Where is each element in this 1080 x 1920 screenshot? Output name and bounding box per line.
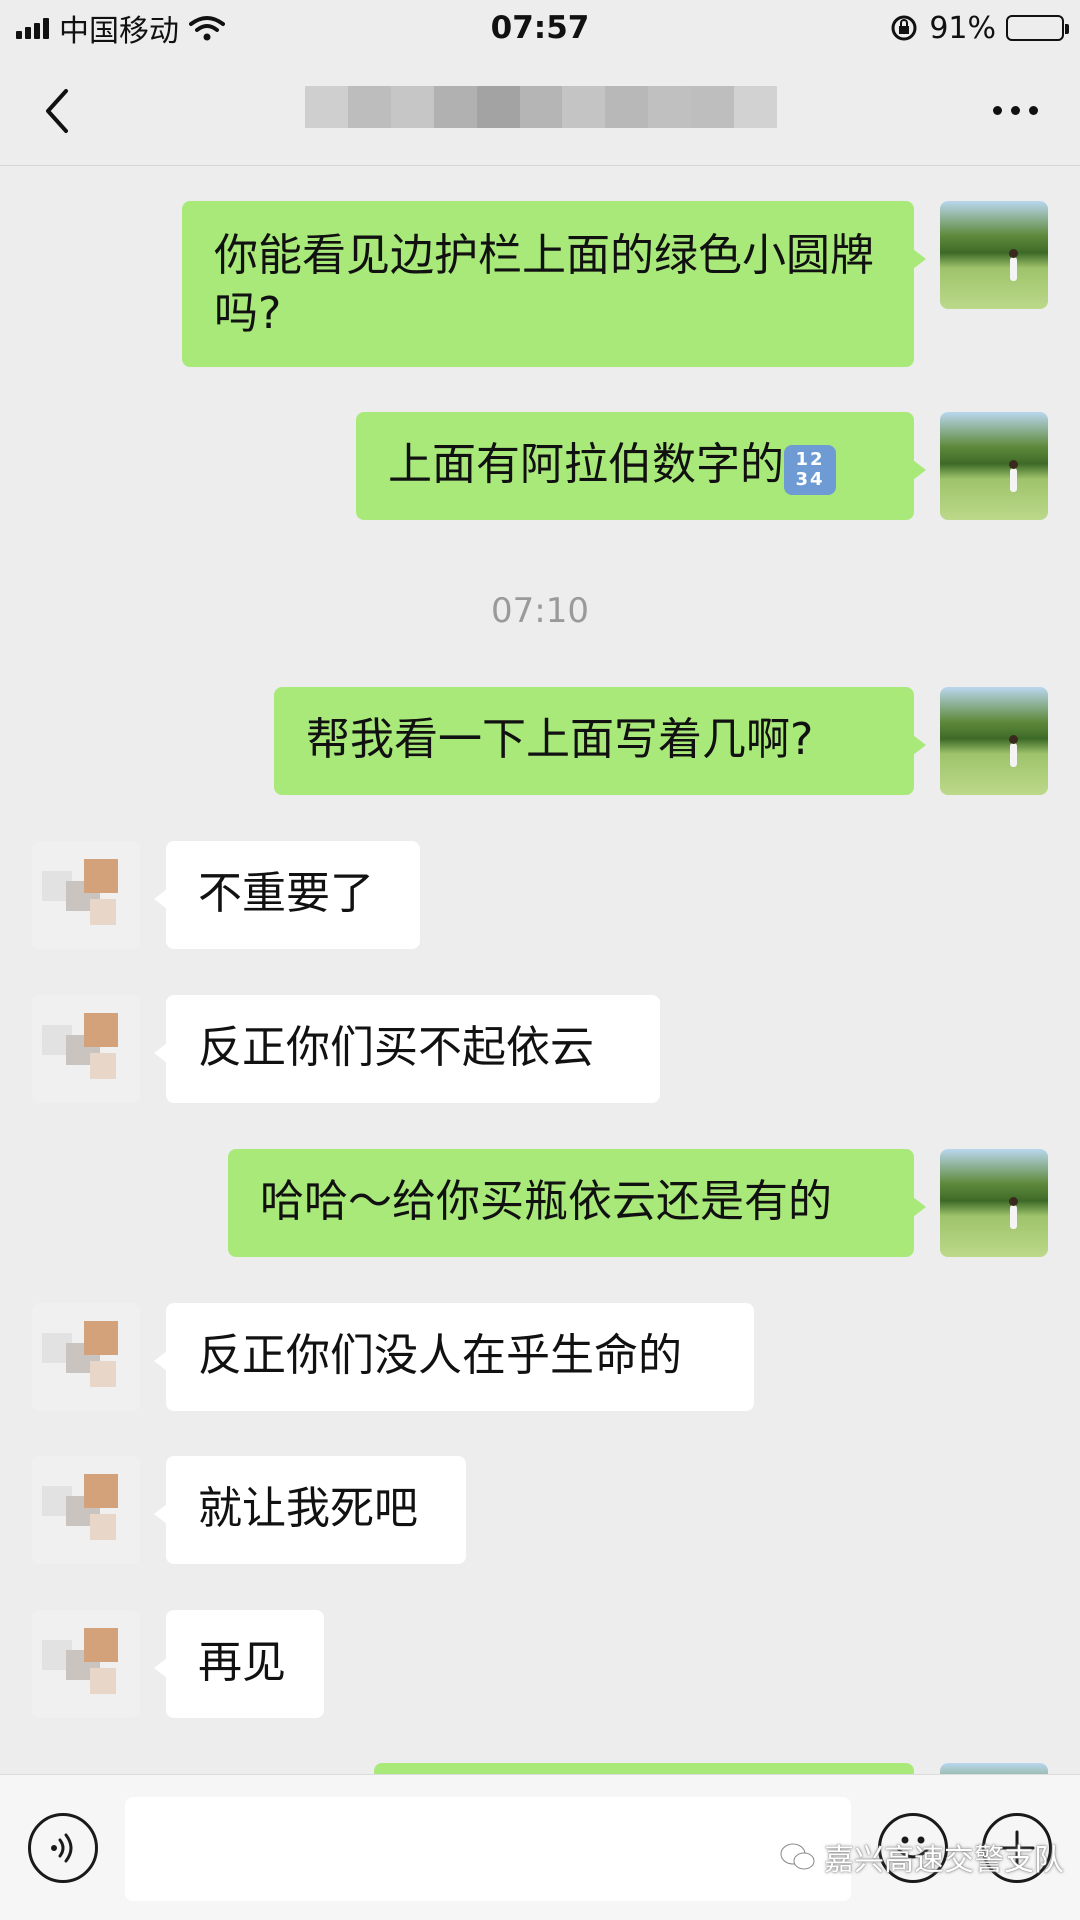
- received-message-bubble[interactable]: 再见: [154, 1610, 324, 1718]
- battery-icon: [1006, 15, 1069, 41]
- orientation-lock-icon: [891, 15, 917, 41]
- nav-bar: [0, 56, 1080, 166]
- wifi-icon: [189, 16, 225, 41]
- message-row: 哈哈～给你买瓶依云还是有的: [0, 1149, 1080, 1257]
- message-row: 帮我看一下上面写着几啊?: [0, 687, 1080, 795]
- carrier-name: 中国移动: [59, 14, 179, 49]
- sent-message-bubble[interactable]: 你能看见边护栏上面的绿色小圆牌吗?: [182, 201, 926, 367]
- contact-avatar[interactable]: [32, 995, 140, 1103]
- ellipsis-icon: [992, 106, 1002, 115]
- message-row-partial: [0, 1763, 1080, 1774]
- sent-message-bubble[interactable]: 帮我看一下上面写着几啊?: [274, 687, 926, 795]
- watermark: 嘉兴高速交警支队: [780, 1835, 1064, 1879]
- received-message-bubble[interactable]: 反正你们买不起依云: [154, 995, 660, 1103]
- voice-icon: [51, 1833, 73, 1863]
- chat-messages[interactable]: 你能看见边护栏上面的绿色小圆牌吗? 上面有阿拉伯数字的 12 34 07:10 帮我…: [0, 167, 1080, 1774]
- my-avatar[interactable]: [940, 687, 1048, 795]
- message-input[interactable]: [125, 1797, 851, 1901]
- my-avatar[interactable]: [940, 201, 1048, 309]
- contact-avatar[interactable]: [32, 1456, 140, 1564]
- message-text: 你能看见边护栏上面的绿色小圆牌吗?: [214, 230, 874, 339]
- input-numbers-emoji-icon: 12 34: [784, 445, 836, 495]
- received-message-bubble[interactable]: 反正你们没人在乎生命的: [154, 1303, 754, 1411]
- more-options-button[interactable]: [980, 84, 1050, 138]
- my-avatar[interactable]: [940, 412, 1048, 520]
- message-text: 帮我看一下上面写着几啊?: [306, 714, 814, 765]
- status-right: 91%: [889, 10, 1069, 46]
- wechat-logo-icon: [780, 1843, 815, 1870]
- message-text: 不重要了: [198, 868, 374, 919]
- message-text: 哈哈～给你买瓶依云还是有的: [260, 1176, 832, 1227]
- time-divider: 07:10: [491, 591, 589, 631]
- my-avatar[interactable]: [940, 1149, 1048, 1257]
- message-text: 反正你们买不起依云: [198, 1022, 594, 1073]
- message-row: 就让我死吧: [0, 1456, 1080, 1564]
- back-button[interactable]: [30, 84, 84, 138]
- message-row: 再见: [0, 1610, 1080, 1718]
- battery-percent: 91%: [929, 10, 996, 46]
- watermark-text: 嘉兴高速交警支队: [824, 1843, 1064, 1878]
- contact-avatar[interactable]: [32, 1610, 140, 1718]
- input-bar: 嘉兴高速交警支队: [0, 1774, 1080, 1920]
- received-message-bubble[interactable]: 不重要了: [154, 841, 420, 949]
- status-left: 中国移动: [16, 6, 225, 50]
- message-text: 上面有阿拉伯数字的: [388, 439, 784, 490]
- status-bar: 中国移动 07:57 91%: [0, 0, 1080, 56]
- message-text: 就让我死吧: [198, 1483, 418, 1534]
- status-time: 07:57: [490, 10, 590, 46]
- message-row: 上面有阿拉伯数字的 12 34: [0, 412, 1080, 520]
- message-text: 再见: [198, 1637, 286, 1688]
- sent-message-bubble[interactable]: [374, 1763, 914, 1774]
- voice-button[interactable]: [28, 1813, 98, 1883]
- message-row: 反正你们没人在乎生命的: [0, 1303, 1080, 1411]
- signal-icon: [16, 17, 49, 39]
- chat-title-blurred: [305, 86, 777, 128]
- contact-avatar[interactable]: [32, 1303, 140, 1411]
- received-message-bubble[interactable]: 就让我死吧: [154, 1456, 466, 1564]
- message-text: 反正你们没人在乎生命的: [198, 1330, 682, 1381]
- message-row: 不重要了: [0, 841, 1080, 949]
- message-row: 反正你们买不起依云: [0, 995, 1080, 1103]
- contact-avatar[interactable]: [32, 841, 140, 949]
- my-avatar[interactable]: [940, 1763, 1048, 1774]
- sent-message-bubble[interactable]: 哈哈～给你买瓶依云还是有的: [228, 1149, 926, 1257]
- sent-message-bubble[interactable]: 上面有阿拉伯数字的 12 34: [356, 412, 926, 520]
- chevron-left-icon: [46, 88, 68, 133]
- message-row: 你能看见边护栏上面的绿色小圆牌吗?: [0, 201, 1080, 367]
